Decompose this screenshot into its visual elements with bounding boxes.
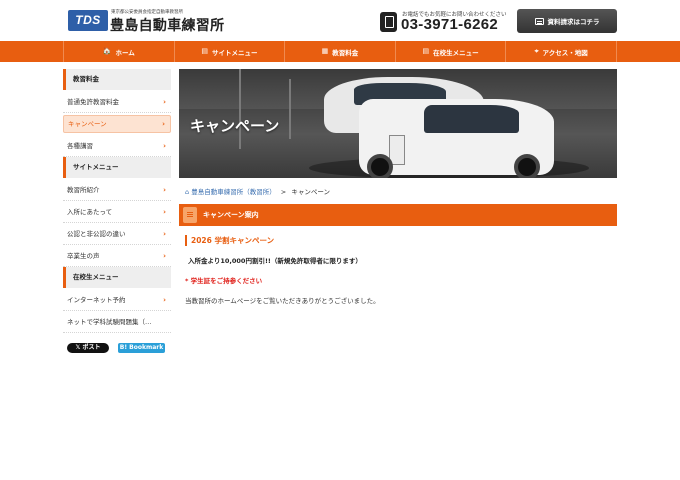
- nav-access-map[interactable]: ⌖ アクセス・地図: [505, 41, 617, 62]
- hero-pole: [289, 79, 291, 139]
- chevron-right-icon: ›: [163, 296, 166, 304]
- breadcrumb: ⌂ 豊島自動車練習所（教習所） > キャンペーン: [185, 186, 330, 196]
- nav-home[interactable]: 🏠 ホーム: [63, 41, 174, 62]
- document-icon: [183, 207, 197, 223]
- sidebar-item-courses[interactable]: 各種講習 ›: [63, 135, 171, 157]
- chevron-right-icon: ›: [163, 142, 166, 150]
- breadcrumb-current: キャンペーン: [291, 188, 330, 196]
- sidebar-item-label: ネットで学科試験問題集（…: [67, 318, 152, 326]
- breadcrumb-separator: >: [280, 188, 287, 196]
- sidebar-heading-student-menu: 在校生メニュー: [63, 267, 171, 288]
- hero-car-front-window: [424, 105, 519, 133]
- nav-home-label: ホーム: [115, 48, 135, 57]
- calculator-icon: ▦: [321, 47, 329, 55]
- map-pin-icon: ⌖: [534, 47, 539, 55]
- sidebar-item-label: 普通免許教習料金: [67, 98, 119, 106]
- logo-badge[interactable]: TDS: [68, 10, 108, 31]
- chevron-right-icon: ›: [163, 252, 166, 260]
- x-post-button[interactable]: 𝕏 ポスト: [67, 343, 109, 353]
- nav-student-menu-label: 在校生メニュー: [433, 48, 479, 57]
- chevron-right-icon: ›: [162, 120, 165, 128]
- nav-fees[interactable]: ▦ 教習料金: [284, 41, 395, 62]
- hero-pole: [239, 69, 241, 149]
- request-materials-button[interactable]: 資料請求はコチラ: [517, 9, 617, 33]
- sidebar-item-certified-difference[interactable]: 公認と非公認の違い ›: [63, 223, 171, 245]
- nav-fees-label: 教習料金: [332, 48, 359, 57]
- chevron-right-icon: ›: [163, 186, 166, 194]
- nav-student-menu[interactable]: ▤ 在校生メニュー: [394, 41, 506, 62]
- sidebar-heading-site-menu: サイトメニュー: [63, 157, 171, 178]
- sidebar-item-label: インターネット予約: [67, 296, 126, 304]
- hero-title: キャンペーン: [190, 117, 280, 135]
- sidebar-item-graduate-voices[interactable]: 卒業生の声 ›: [63, 245, 171, 267]
- nav-access-map-label: アクセス・地図: [542, 48, 588, 57]
- sidebar-item-label: 各種講習: [67, 142, 93, 150]
- sidebar-item-label: 卒業生の声: [67, 252, 100, 260]
- sidebar-heading-fees: 教習料金: [63, 69, 171, 90]
- campaign-heading: 2026 学割キャンペーン: [185, 235, 274, 246]
- breadcrumb-home-label: 豊島自動車練習所（教習所）: [191, 188, 276, 196]
- sidebar-item-online-reservation[interactable]: インターネット予約 ›: [63, 289, 171, 311]
- phone-icon: [380, 12, 397, 32]
- global-nav: 🏠 ホーム ▤ サイトメニュー ▦ 教習料金 ▤ 在校生メニュー ⌖ アクセス・…: [0, 41, 680, 62]
- sidebar-item-standard-fees[interactable]: 普通免許教習料金 ›: [63, 91, 171, 113]
- chevron-right-icon: ›: [163, 230, 166, 238]
- breadcrumb-home[interactable]: ⌂ 豊島自動車練習所（教習所）: [185, 188, 278, 196]
- section-title: キャンペーン案内: [203, 211, 259, 219]
- hatena-bookmark-button[interactable]: B! Bookmark: [118, 343, 165, 353]
- list-icon: ▤: [422, 47, 430, 55]
- sidebar-item-label: 教習所紹介: [67, 186, 100, 194]
- logo-title[interactable]: 豊島自動車練習所: [110, 15, 224, 35]
- nav-site-menu-label: サイトメニュー: [211, 48, 258, 57]
- sidebar-item-label: キャンペーン: [68, 120, 107, 128]
- sidebar-item-label: 公認と非公認の違い: [67, 230, 126, 238]
- social-buttons: 𝕏 ポスト B! Bookmark: [63, 343, 171, 353]
- hero-wheel: [514, 154, 540, 178]
- request-button-label: 資料請求はコチラ: [547, 18, 600, 26]
- phone-number[interactable]: 03-3971-6262: [401, 16, 498, 33]
- home-icon: 🏠: [102, 47, 112, 55]
- menu-icon: ▤: [201, 47, 208, 55]
- sidebar-item-enrollment[interactable]: 入所にあたって ›: [63, 201, 171, 223]
- thanks-text: 当教習所のホームページをご覧いただきありがとうございました。: [185, 297, 380, 305]
- sidebar: 教習料金 普通免許教習料金 › キャンペーン › 各種講習 › サイトメニュー …: [63, 69, 171, 353]
- chevron-right-icon: ›: [163, 98, 166, 106]
- nav-site-menu[interactable]: ▤ サイトメニュー: [173, 41, 285, 62]
- sidebar-item-label: 入所にあたって: [67, 208, 113, 216]
- notice-text: * 学生証をご持参ください: [185, 277, 263, 285]
- document-icon: [534, 17, 544, 25]
- site-header: TDS 東京都公安委員会指定自動車教習所 豊島自動車練習所 お電話でもお気軽にお…: [0, 0, 680, 40]
- sidebar-item-online-exam[interactable]: ネットで学科試験問題集（…: [63, 311, 171, 333]
- chevron-right-icon: ›: [163, 208, 166, 216]
- offer-text: 入所金より10,000円割引!!（新規免許取得者に限ります）: [188, 257, 362, 265]
- hero-wheel: [367, 154, 393, 178]
- section-header: キャンペーン案内: [179, 204, 617, 226]
- sidebar-item-campaign[interactable]: キャンペーン ›: [63, 115, 171, 133]
- sidebar-item-school-intro[interactable]: 教習所紹介 ›: [63, 179, 171, 201]
